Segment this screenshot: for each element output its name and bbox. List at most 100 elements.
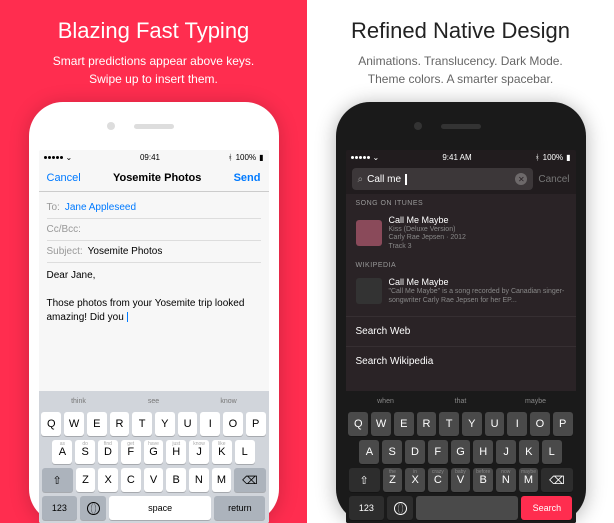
result-itunes[interactable]: Call Me Maybe Kiss (Deluxe Version) Carl… <box>346 210 576 256</box>
prediction[interactable]: maybe <box>500 394 572 408</box>
key-q[interactable]: Q <box>348 412 368 436</box>
key-h[interactable]: H <box>473 440 493 464</box>
key-x[interactable]: X <box>98 468 118 492</box>
panel-refined-design: Refined Native Design Animations. Transl… <box>307 0 614 523</box>
key-i[interactable]: I <box>200 412 220 436</box>
key-c[interactable]: Ccrazy <box>428 468 448 492</box>
search-key[interactable]: Search <box>521 496 572 520</box>
key-z[interactable]: Z <box>76 468 96 492</box>
subject-field[interactable]: Subject: Yosemite Photos <box>47 241 261 263</box>
key-i[interactable]: I <box>507 412 527 436</box>
key-f[interactable]: F <box>428 440 448 464</box>
bluetooth-icon: ᚼ <box>228 153 233 162</box>
key-j[interactable]: Jknow <box>189 440 209 464</box>
key-v[interactable]: Vbaby <box>451 468 471 492</box>
prediction[interactable]: think <box>43 394 115 408</box>
backspace-key[interactable]: ⌫ <box>541 468 572 492</box>
key-o[interactable]: O <box>223 412 243 436</box>
key-e[interactable]: E <box>394 412 414 436</box>
clear-icon[interactable]: ✕ <box>515 173 527 185</box>
key-d[interactable]: Dfind <box>98 440 118 464</box>
key-e[interactable]: E <box>87 412 107 436</box>
headline-left: Blazing Fast Typing <box>58 18 250 44</box>
shift-key[interactable]: ⇧ <box>42 468 73 492</box>
key-c[interactable]: C <box>121 468 141 492</box>
prediction[interactable]: see <box>118 394 190 408</box>
key-r[interactable]: R <box>417 412 437 436</box>
return-key[interactable]: return <box>214 496 265 520</box>
cc-field[interactable]: Cc/Bcc: <box>47 219 261 241</box>
key-u[interactable]: U <box>485 412 505 436</box>
globe-key[interactable] <box>80 496 106 520</box>
status-bar: ⌄ 9:41 AM ᚼ 100% ▮ <box>346 150 576 164</box>
search-web-row[interactable]: Search Web <box>346 316 576 346</box>
result-subtitle: "Call Me Maybe" is a song recorded by Ca… <box>389 288 566 305</box>
search-icon: ⌕ <box>358 174 364 185</box>
numbers-key[interactable]: 123 <box>42 496 78 520</box>
numbers-key[interactable]: 123 <box>349 496 385 520</box>
key-n[interactable]: Nnow <box>496 468 516 492</box>
cancel-button[interactable]: Cancel <box>47 172 81 184</box>
camera-dot <box>107 122 115 130</box>
mail-navbar: Cancel Yosemite Photos Send <box>39 164 269 192</box>
mail-body[interactable]: Dear Jane, Those photos from your Yosemi… <box>47 263 261 331</box>
key-f[interactable]: Fget <box>121 440 141 464</box>
key-o[interactable]: O <box>530 412 550 436</box>
key-x[interactable]: Xin <box>405 468 425 492</box>
to-field[interactable]: To: Jane Appleseed <box>47 197 261 219</box>
key-k[interactable]: K <box>519 440 539 464</box>
key-y[interactable]: Y <box>462 412 482 436</box>
key-b[interactable]: Bbefore <box>473 468 493 492</box>
key-l[interactable]: L <box>542 440 562 464</box>
send-button[interactable]: Send <box>234 172 261 184</box>
cc-label: Cc/Bcc: <box>47 224 81 235</box>
clock: 09:41 <box>140 153 160 162</box>
key-y[interactable]: Y <box>155 412 175 436</box>
key-s[interactable]: S <box>382 440 402 464</box>
key-m[interactable]: M <box>212 468 232 492</box>
key-r[interactable]: R <box>110 412 130 436</box>
key-z[interactable]: Zthe <box>383 468 403 492</box>
key-d[interactable]: D <box>405 440 425 464</box>
shift-key[interactable]: ⇧ <box>349 468 380 492</box>
key-q[interactable]: Q <box>41 412 61 436</box>
key-w[interactable]: W <box>371 412 391 436</box>
prediction[interactable]: that <box>425 394 497 408</box>
key-u[interactable]: U <box>178 412 198 436</box>
battery-pct: 100% <box>543 153 563 162</box>
search-input[interactable]: ⌕ Call me ✕ <box>352 168 534 190</box>
key-row-4: 123 Search <box>349 496 573 520</box>
headline-right: Refined Native Design <box>351 18 570 44</box>
space-key[interactable] <box>416 496 518 520</box>
key-s[interactable]: Sdo <box>75 440 95 464</box>
key-n[interactable]: N <box>189 468 209 492</box>
key-g[interactable]: Ghave <box>144 440 164 464</box>
prediction[interactable]: when <box>350 394 422 408</box>
key-j[interactable]: J <box>496 440 516 464</box>
backspace-key[interactable]: ⌫ <box>234 468 265 492</box>
key-v[interactable]: V <box>144 468 164 492</box>
text-cursor <box>127 312 129 322</box>
search-wikipedia-row[interactable]: Search Wikipedia <box>346 346 576 376</box>
cancel-button[interactable]: Cancel <box>538 174 569 185</box>
key-k[interactable]: Klike <box>212 440 232 464</box>
key-g[interactable]: G <box>451 440 471 464</box>
wifi-icon: ⌄ <box>66 153 73 162</box>
key-a[interactable]: Aas <box>52 440 72 464</box>
key-a[interactable]: A <box>359 440 379 464</box>
result-wikipedia[interactable]: Call Me Maybe "Call Me Maybe" is a song … <box>346 272 576 310</box>
key-m[interactable]: Mmaybe <box>519 468 539 492</box>
prediction[interactable]: know <box>193 394 265 408</box>
signal-icon <box>351 156 370 159</box>
key-w[interactable]: W <box>64 412 84 436</box>
key-l[interactable]: L <box>235 440 255 464</box>
globe-key[interactable] <box>387 496 413 520</box>
subject-label: Subject: <box>47 246 83 257</box>
space-key[interactable]: space <box>109 496 211 520</box>
key-h[interactable]: Hjust <box>166 440 186 464</box>
key-p[interactable]: P <box>553 412 573 436</box>
key-p[interactable]: P <box>246 412 266 436</box>
key-b[interactable]: B <box>166 468 186 492</box>
key-t[interactable]: T <box>439 412 459 436</box>
key-t[interactable]: T <box>132 412 152 436</box>
